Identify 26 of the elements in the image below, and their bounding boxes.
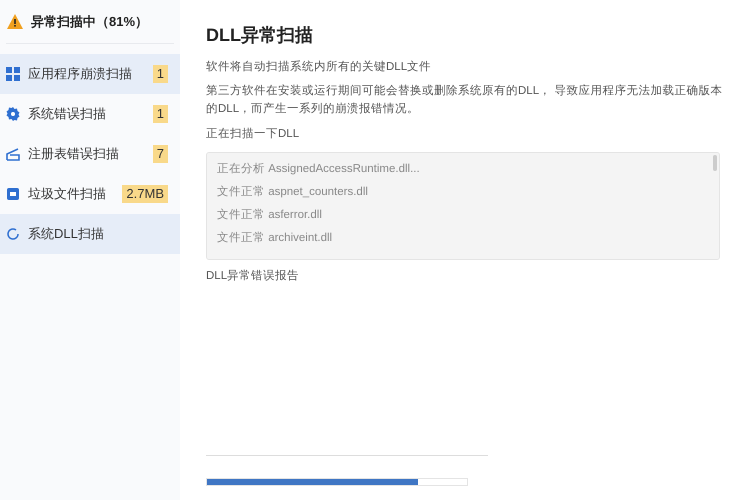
sidebar-item[interactable]: 系统DLL扫描 (0, 214, 180, 254)
count-badge: 2.7MB (122, 185, 168, 203)
log-entry: 文件正常 asferror.dll (217, 208, 322, 222)
box-icon (6, 187, 20, 201)
sidebar-item[interactable]: 应用程序崩溃扫描 1 (0, 54, 180, 94)
description-text: 软件将自动扫描系统内所有的关键DLL文件 (206, 59, 432, 75)
sidebar-item[interactable]: 垃圾文件扫描 2.7MB (0, 174, 180, 214)
log-entry: 文件正常 archiveint.dll (217, 230, 332, 246)
count-badge: 1 (152, 65, 168, 83)
scan-status: 异常扫描中（81%） (31, 12, 148, 31)
sidebar-item[interactable]: 注册表错误扫描 7 (0, 134, 180, 174)
gear-icon (6, 107, 20, 121)
refresh-icon (6, 227, 20, 241)
warning-icon (7, 14, 23, 29)
log-label: 正在扫描一下DLL (206, 126, 300, 142)
count-badge: 7 (152, 145, 168, 163)
scrollbar-thumb[interactable] (713, 154, 717, 170)
log-entry: 正在分析 AssignedAccessRuntime.dll... (217, 162, 420, 176)
registry-icon (6, 147, 20, 161)
count-badge: 1 (152, 105, 168, 123)
description-text: 第三方软件在安装或运行期间可能会替换或删除系统原有的DLL， 导致应用程序无法加载正确版本的DLL，而产生一系列的崩溃报错情况。 (206, 83, 724, 118)
page-title: DLL异常扫描 (206, 24, 314, 47)
sidebar-item[interactable]: 系统错误扫描 1 (0, 94, 180, 134)
log-entry: 文件正常 aspnet_counters.dll (217, 184, 368, 200)
grid-icon (6, 67, 20, 81)
report-label: DLL异常错误报告 (206, 268, 300, 284)
